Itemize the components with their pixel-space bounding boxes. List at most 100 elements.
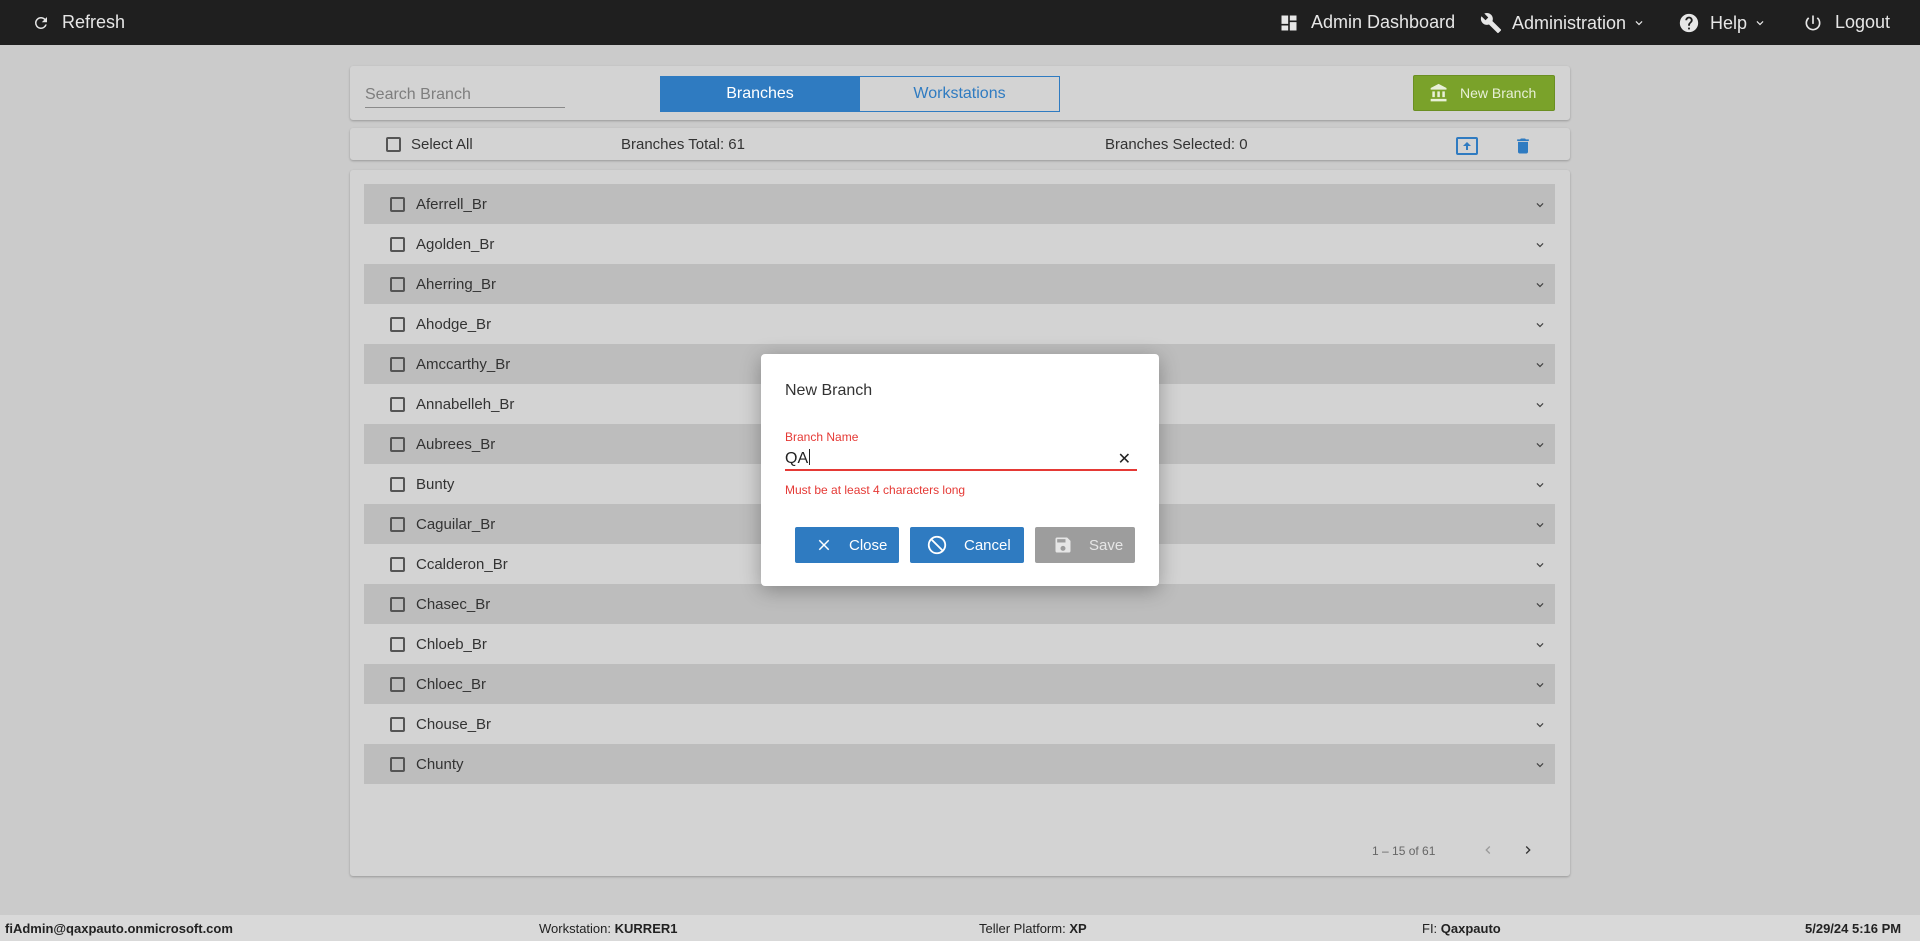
validation-error: Must be at least 4 characters long [785, 483, 966, 497]
branch-row[interactable]: Chunty [364, 744, 1555, 784]
branch-name: Ccalderon_Br [416, 555, 508, 573]
tab-group: Branches Workstations [660, 76, 1060, 112]
workstation-value: KURRER1 [614, 921, 678, 936]
branch-checkbox[interactable] [390, 676, 405, 692]
branch-name: Chasec_Br [416, 595, 491, 613]
next-page-icon[interactable] [1520, 842, 1536, 861]
branch-row[interactable]: Aferrell_Br [364, 184, 1555, 224]
new-branch-button[interactable]: New Branch [1413, 75, 1555, 111]
checkbox[interactable] [386, 137, 401, 152]
branch-row[interactable]: Chloec_Br [364, 664, 1555, 704]
tab-workstations[interactable]: Workstations [860, 76, 1060, 112]
dashboard-icon [1281, 15, 1297, 30]
branch-checkbox[interactable] [390, 476, 405, 492]
footer-user: fiAdmin@qaxpauto.onmicrosoft.com [5, 921, 233, 936]
branch-checkbox[interactable] [390, 396, 405, 412]
branch-name: Ahodge_Br [416, 315, 492, 333]
cancel-button[interactable]: Cancel [910, 527, 1024, 563]
branch-row[interactable]: Ahodge_Br [364, 304, 1555, 344]
help-menu[interactable]: Help [1678, 12, 1767, 34]
expand-chevron-icon[interactable] [1533, 318, 1547, 336]
trash-icon[interactable] [1513, 135, 1533, 161]
admin-dashboard-label: Admin Dashboard [1311, 12, 1456, 32]
branch-row[interactable]: Aherring_Br [364, 264, 1555, 304]
expand-chevron-icon[interactable] [1533, 558, 1547, 576]
branches-selected: Branches Selected: 0 [1105, 136, 1248, 153]
fi-label: FI: [1422, 921, 1438, 936]
expand-chevron-icon[interactable] [1533, 278, 1547, 296]
branch-checkbox[interactable] [390, 356, 405, 372]
expand-chevron-icon[interactable] [1533, 598, 1547, 616]
branch-name: Annabelleh_Br [416, 395, 515, 413]
branch-row[interactable]: Chasec_Br [364, 584, 1555, 624]
selection-summary-bar: Select All Branches Total: 61 Branches S… [350, 128, 1570, 160]
branch-checkbox[interactable] [390, 436, 405, 452]
branch-header-panel: Search Branch Branches Workstations New … [350, 66, 1570, 120]
expand-chevron-icon[interactable] [1533, 638, 1547, 656]
expand-chevron-icon[interactable] [1533, 518, 1547, 536]
branch-checkbox[interactable] [390, 756, 405, 772]
branch-checkbox[interactable] [390, 516, 405, 532]
expand-chevron-icon[interactable] [1533, 198, 1547, 216]
select-all-checkbox[interactable]: Select All [386, 136, 473, 153]
platform-label: Teller Platform: [979, 921, 1066, 936]
save-icon [1055, 537, 1071, 553]
chevron-down-icon [1756, 21, 1764, 26]
search-input[interactable]: Search Branch [365, 80, 565, 108]
branch-row[interactable]: Agolden_Br [364, 224, 1555, 264]
top-nav-bar: Refresh Admin Dashboard Administration H… [0, 0, 1920, 45]
fi-value: Qaxpauto [1440, 921, 1501, 936]
help-label: Help [1710, 12, 1748, 33]
branch-name: Amccarthy_Br [416, 355, 511, 373]
expand-chevron-icon[interactable] [1533, 718, 1547, 736]
branch-name: Chouse_Br [416, 715, 492, 733]
expand-chevron-icon[interactable] [1533, 358, 1547, 376]
logout-button[interactable]: Logout [1803, 12, 1890, 33]
branch-checkbox[interactable] [390, 716, 405, 732]
branch-row[interactable]: Chouse_Br [364, 704, 1555, 744]
bank-icon [1430, 83, 1447, 102]
footer-workstation: Workstation: KURRER1 [539, 921, 677, 936]
admin-dashboard-link[interactable]: Admin Dashboard [1279, 12, 1455, 33]
close-button[interactable]: Close [795, 527, 899, 563]
expand-chevron-icon[interactable] [1533, 678, 1547, 696]
pagination-range: 1 – 15 of 61 [1372, 844, 1436, 858]
expand-chevron-icon[interactable] [1533, 398, 1547, 416]
new-branch-dialog: New Branch Branch Name QA ✕ Must be at l… [761, 354, 1159, 586]
branch-name-label: Branch Name [785, 430, 859, 444]
refresh-button[interactable]: Refresh [32, 12, 125, 33]
branch-name: Aferrell_Br [416, 195, 487, 213]
branch-name-text: QA [785, 450, 809, 467]
branch-checkbox[interactable] [390, 276, 405, 292]
branch-name: Bunty [416, 475, 455, 493]
branch-checkbox[interactable] [390, 196, 405, 212]
clear-icon[interactable]: ✕ [1118, 449, 1131, 469]
branch-name-value: QA [785, 449, 811, 468]
branch-checkbox[interactable] [390, 556, 405, 572]
branch-row[interactable]: Chloeb_Br [364, 624, 1555, 664]
expand-chevron-icon[interactable] [1533, 438, 1547, 456]
branch-checkbox[interactable] [390, 316, 405, 332]
wrench-icon [1480, 13, 1502, 34]
branch-checkbox[interactable] [390, 636, 405, 652]
footer-datetime: 5/29/24 5:16 PM [1805, 921, 1902, 936]
branch-name: Agolden_Br [416, 235, 495, 253]
expand-chevron-icon[interactable] [1533, 478, 1547, 496]
cancel-icon [927, 535, 947, 555]
tab-branches[interactable]: Branches [660, 76, 860, 112]
chevron-down-icon [1635, 21, 1643, 26]
branch-name: Aherring_Br [416, 275, 497, 293]
branch-name-input[interactable]: QA ✕ [785, 447, 1137, 471]
branch-checkbox[interactable] [390, 596, 405, 612]
upload-icon[interactable] [1455, 136, 1479, 160]
branch-checkbox[interactable] [390, 236, 405, 252]
previous-page-icon[interactable] [1480, 842, 1496, 861]
administration-menu[interactable]: Administration [1480, 12, 1646, 34]
expand-chevron-icon[interactable] [1533, 758, 1547, 776]
expand-chevron-icon[interactable] [1533, 238, 1547, 256]
save-button[interactable]: Save [1035, 527, 1135, 563]
pagination: 1 – 15 of 61 [350, 838, 1570, 862]
new-branch-label: New Branch [1460, 85, 1537, 101]
administration-label: Administration [1512, 12, 1627, 33]
save-label: Save [1089, 536, 1124, 554]
